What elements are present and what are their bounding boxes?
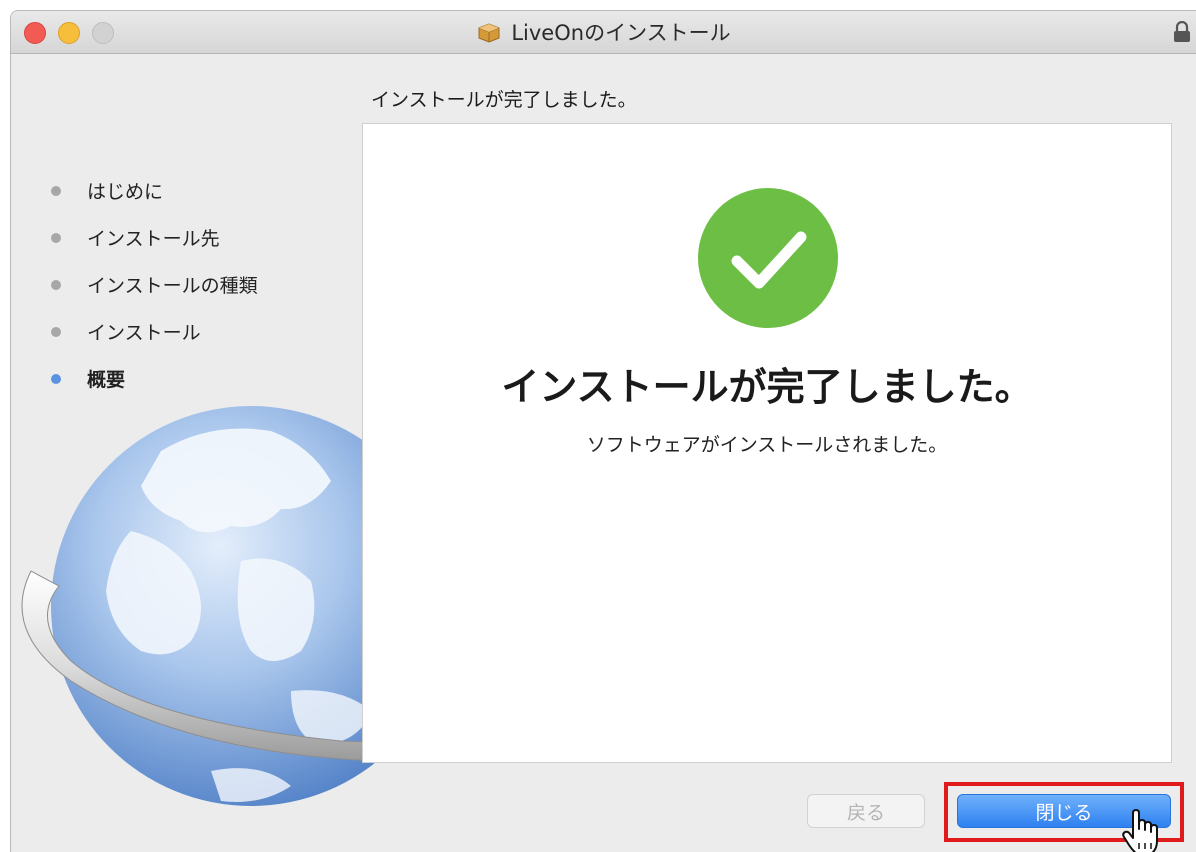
completion-title: インストールが完了しました。 xyxy=(501,365,1033,409)
step-item-installation: インストール xyxy=(47,308,258,355)
step-list: はじめに インストール先 インストールの種類 インストール 概要 xyxy=(47,167,258,402)
lock-icon xyxy=(1174,21,1190,42)
hand-pointer-cursor-icon xyxy=(1122,809,1158,852)
checkmark-circle-icon xyxy=(698,188,838,328)
step-dot-icon xyxy=(51,279,61,290)
step-label: インストール先 xyxy=(87,228,220,250)
window-title: LiveOnのインストール xyxy=(11,11,1196,53)
step-label: はじめに xyxy=(87,181,164,203)
step-dot-current-icon xyxy=(51,373,61,384)
title-bar[interactable]: LiveOnのインストール xyxy=(11,11,1196,54)
step-label: インストールの種類 xyxy=(87,275,258,297)
back-button[interactable]: 戻る xyxy=(807,794,925,828)
step-label: 概要 xyxy=(87,369,126,391)
step-dot-icon xyxy=(51,232,61,243)
step-dot-icon xyxy=(51,326,61,337)
window-title-text: LiveOnのインストール xyxy=(511,21,731,45)
step-item-destination: インストール先 xyxy=(47,214,258,261)
step-label: インストール xyxy=(87,322,201,344)
step-item-install-type: インストールの種類 xyxy=(47,261,258,308)
page-heading: インストールが完了しました。 xyxy=(371,89,637,111)
step-dot-icon xyxy=(51,185,61,196)
package-icon xyxy=(478,23,500,43)
installer-window: LiveOnのインストール インストールが完了しました。 はじめに インストール… xyxy=(10,10,1196,852)
completion-subtitle: ソフトウェアがインストールされました。 xyxy=(586,434,948,456)
content-panel: インストールが完了しました。 ソフトウェアがインストールされました。 xyxy=(362,123,1172,763)
step-item-introduction: はじめに xyxy=(47,167,258,214)
